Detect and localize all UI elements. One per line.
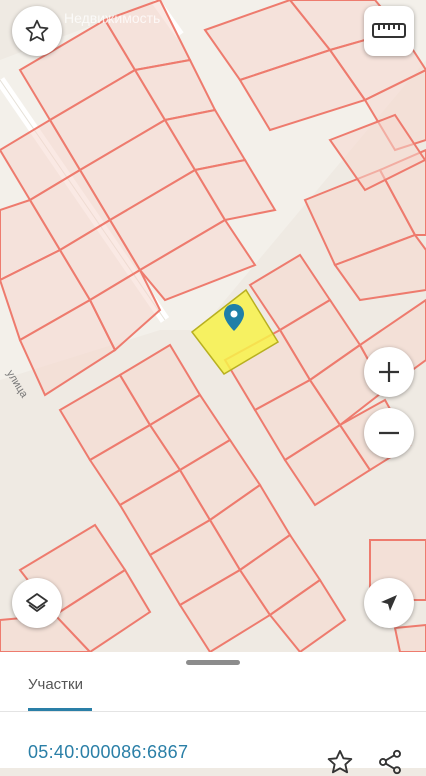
map-view[interactable]: Недвижимость улица bbox=[0, 0, 426, 652]
locate-button[interactable] bbox=[364, 578, 414, 628]
watermark-text: Недвижимость bbox=[64, 10, 161, 26]
zoom-in-button[interactable] bbox=[364, 347, 414, 397]
favorite-button[interactable] bbox=[12, 6, 62, 56]
layers-button[interactable] bbox=[12, 578, 62, 628]
share-icon[interactable] bbox=[376, 748, 404, 776]
star-icon bbox=[25, 19, 49, 42]
sheet-drag-handle[interactable] bbox=[186, 660, 240, 665]
parcel-cadastral-number[interactable]: 05:40:000086:6867 bbox=[28, 742, 188, 763]
star-icon[interactable] bbox=[326, 748, 354, 776]
minus-icon bbox=[379, 431, 399, 435]
ruler-button[interactable] bbox=[364, 6, 414, 56]
divider bbox=[0, 711, 426, 712]
tab-parcels[interactable]: Участки bbox=[28, 676, 83, 693]
layers-icon bbox=[26, 593, 48, 612]
parcel-layer[interactable] bbox=[0, 0, 426, 652]
plus-icon bbox=[379, 362, 399, 382]
bottom-sheet[interactable]: Участки 05:40:000086:6867 bbox=[0, 652, 426, 775]
navigation-arrow-icon bbox=[381, 595, 397, 611]
ruler-icon bbox=[372, 23, 406, 38]
zoom-out-button[interactable] bbox=[364, 408, 414, 458]
